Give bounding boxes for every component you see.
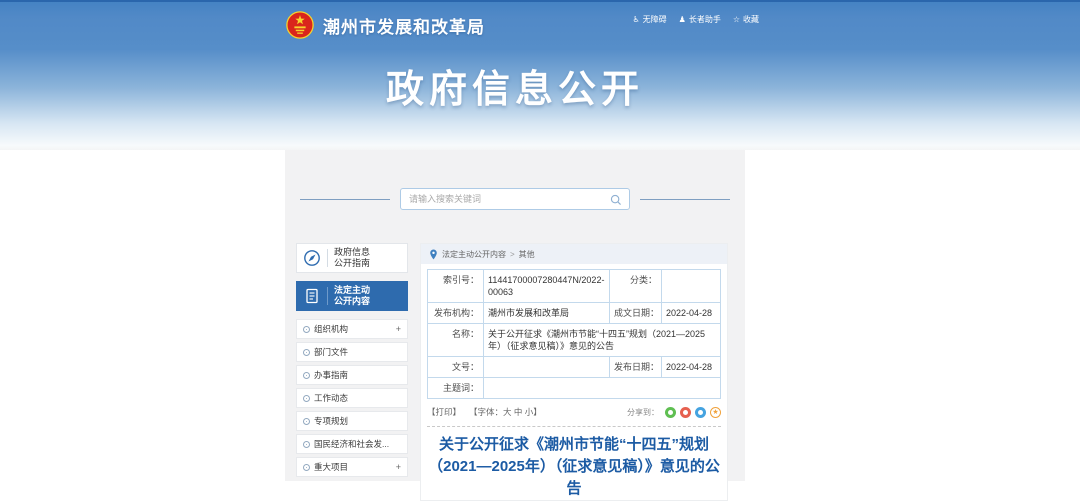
table-row: 发布机构： 潮州市发展和改革局 成文日期： 2022-04-28 <box>428 303 721 324</box>
circle-bullet-icon <box>303 372 310 379</box>
agency-value: 潮州市发展和改革局 <box>484 303 610 324</box>
article-toolbar: 【打印】 【字体：大 中 小】 分享到： <box>427 406 721 418</box>
favorite-label: 收藏 <box>743 14 759 25</box>
keywords-label: 主题词： <box>428 378 484 399</box>
breadcrumb-separator: > <box>510 250 515 259</box>
sidebar-item-label: 重大项目 <box>314 461 396 473</box>
index-number-value: 11441700007280447N/2022-00063 <box>484 270 610 303</box>
publish-date-label: 发布日期： <box>610 357 662 378</box>
sidebar-item-national-economy[interactable]: 国民经济和社会发... <box>296 434 408 454</box>
expand-icon[interactable]: + <box>396 462 401 472</box>
sidebar-item-label: 组织机构 <box>314 323 396 335</box>
favorite-share-icon[interactable] <box>710 407 721 418</box>
search-box <box>400 188 630 210</box>
page-banner: 潮州市发展和改革局 ♿ 无障碍 ♟ 长者助手 ☆ 收藏 政府信息公开 <box>0 0 1080 150</box>
doc-number-value <box>484 357 610 378</box>
location-pin-icon <box>429 249 438 260</box>
sidebar-item-label: 办事指南 <box>314 369 401 381</box>
sidebar-item-label: 法定主动公开内容 <box>334 285 378 307</box>
search-input[interactable] <box>401 189 629 209</box>
font-size-control[interactable]: 【字体：大 中 小】 <box>469 406 542 418</box>
star-icon: ☆ <box>733 16 740 24</box>
sidebar-item-service-guide[interactable]: 办事指南 <box>296 365 408 385</box>
category-value <box>662 270 721 303</box>
sidebar-item-statutory-disclosure[interactable]: 法定主动公开内容 <box>296 281 408 311</box>
name-value: 关于公开征求《潮州市节能“十四五”规划（2021—2025年）（征求意见稿）》意… <box>484 324 721 357</box>
sidebar-item-label: 政府信息公开指南 <box>334 247 378 269</box>
breadcrumb-section[interactable]: 法定主动公开内容 <box>442 249 506 260</box>
circle-bullet-icon <box>303 326 310 333</box>
keywords-value <box>484 378 721 399</box>
name-label: 名称： <box>428 324 484 357</box>
table-row: 文号： 发布日期： 2022-04-28 <box>428 357 721 378</box>
written-date-value: 2022-04-28 <box>662 303 721 324</box>
compass-icon <box>297 249 327 267</box>
left-divider <box>300 199 390 200</box>
accessibility-link[interactable]: ♿ 无障碍 <box>632 14 666 25</box>
elder-assistant-label: 长者助手 <box>689 14 721 25</box>
sidebar-item-guide[interactable]: 政府信息公开指南 <box>296 243 408 273</box>
document-area: 法定主动公开内容 > 其他 索引号： 11441700007280447N/20… <box>420 243 728 501</box>
divider <box>327 249 328 267</box>
national-emblem-icon <box>285 10 315 40</box>
sidebar-item-organization[interactable]: 组织机构 + <box>296 319 408 339</box>
sidebar: 政府信息公开指南 法定主动公开内容 组织机构 + <box>296 243 408 480</box>
sidebar-item-label: 专项规划 <box>314 415 401 427</box>
article-title: 关于公开征求《潮州市节能“十四五”规划（2021—2025年）（征求意见稿）》意… <box>428 434 720 500</box>
utility-links: ♿ 无障碍 ♟ 长者助手 ☆ 收藏 <box>632 14 759 25</box>
sidebar-item-label: 国民经济和社会发... <box>314 438 401 450</box>
sidebar-item-special-planning[interactable]: 专项规划 <box>296 411 408 431</box>
doc-number-label: 文号： <box>428 357 484 378</box>
content-panel: 政府信息公开指南 法定主动公开内容 组织机构 + <box>285 150 745 481</box>
share-label: 分享到： <box>627 407 659 418</box>
site-name: 潮州市发展和改革局 <box>323 13 485 38</box>
accessibility-icon: ♿ <box>632 16 639 24</box>
accessibility-label: 无障碍 <box>643 14 667 25</box>
table-row: 索引号： 11441700007280447N/2022-00063 分类： <box>428 270 721 303</box>
banner-title: 政府信息公开 <box>285 58 745 113</box>
circle-bullet-icon <box>303 349 310 356</box>
sidebar-item-work-updates[interactable]: 工作动态 <box>296 388 408 408</box>
circle-bullet-icon <box>303 464 310 471</box>
breadcrumb-current: 其他 <box>519 249 535 260</box>
breadcrumb: 法定主动公开内容 > 其他 <box>421 244 727 264</box>
publish-date-value: 2022-04-28 <box>662 357 721 378</box>
qq-share-icon[interactable] <box>695 407 706 418</box>
agency-label: 发布机构： <box>428 303 484 324</box>
wechat-share-icon[interactable] <box>665 407 676 418</box>
circle-bullet-icon <box>303 441 310 448</box>
weibo-share-icon[interactable] <box>680 407 691 418</box>
index-number-label: 索引号： <box>428 270 484 303</box>
written-date-label: 成文日期： <box>610 303 662 324</box>
category-label: 分类： <box>610 270 662 303</box>
document-icon <box>297 287 327 305</box>
sidebar-item-label: 部门文件 <box>314 346 401 358</box>
print-button[interactable]: 【打印】 <box>427 406 461 418</box>
elder-assistant-link[interactable]: ♟ 长者助手 <box>679 14 721 25</box>
divider <box>327 287 328 305</box>
circle-bullet-icon <box>303 395 310 402</box>
sidebar-item-department-documents[interactable]: 部门文件 <box>296 342 408 362</box>
person-icon: ♟ <box>679 16 686 24</box>
table-row: 名称： 关于公开征求《潮州市节能“十四五”规划（2021—2025年）（征求意见… <box>428 324 721 357</box>
sidebar-item-major-projects[interactable]: 重大项目 + <box>296 457 408 477</box>
sidebar-item-label: 工作动态 <box>314 392 401 404</box>
expand-icon[interactable]: + <box>396 324 401 334</box>
site-brand[interactable]: 潮州市发展和改革局 <box>285 10 485 40</box>
dotted-divider <box>427 426 721 427</box>
document-info-table: 索引号： 11441700007280447N/2022-00063 分类： 发… <box>427 269 721 399</box>
table-row: 主题词： <box>428 378 721 399</box>
right-divider <box>640 199 730 200</box>
circle-bullet-icon <box>303 418 310 425</box>
search-section <box>285 150 745 210</box>
favorite-link[interactable]: ☆ 收藏 <box>733 14 759 25</box>
search-icon[interactable] <box>609 193 623 207</box>
